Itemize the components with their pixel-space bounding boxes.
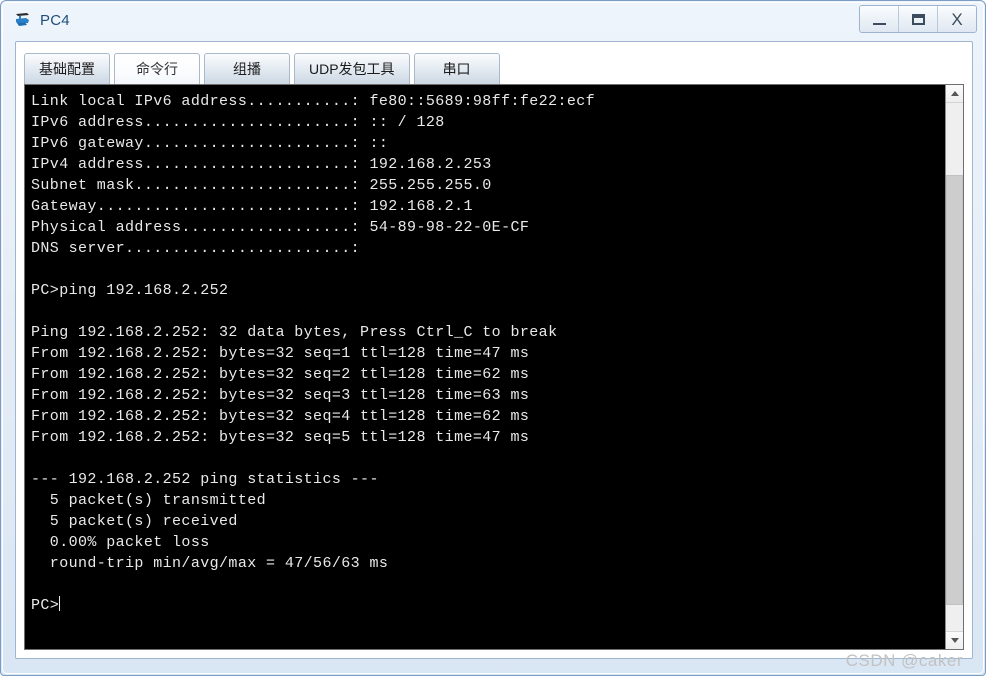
scrollbar-thumb[interactable]	[946, 175, 963, 605]
window-title: PC4	[40, 11, 70, 29]
tab-label: 基础配置	[39, 61, 95, 77]
scroll-up-button[interactable]	[946, 85, 963, 103]
tab-multicast[interactable]: 组播	[204, 53, 290, 84]
minimize-button[interactable]	[860, 6, 899, 32]
terminal-line: Gateway...........................: 192.…	[31, 198, 473, 215]
terminal-console[interactable]: Link local IPv6 address...........: fe80…	[25, 85, 945, 649]
terminal-line: 0.00% packet loss	[31, 534, 210, 551]
terminal-line: From 192.168.2.252: bytes=32 seq=2 ttl=1…	[31, 366, 530, 383]
tab-strip: 基础配置 命令行 组播 UDP发包工具 串口	[24, 50, 504, 84]
pc-device-icon	[13, 10, 33, 30]
tab-serial-port[interactable]: 串口	[413, 53, 500, 84]
scroll-up-icon	[950, 91, 959, 96]
terminal-line: From 192.168.2.252: bytes=32 seq=1 ttl=1…	[31, 345, 530, 362]
terminal-line: From 192.168.2.252: bytes=32 seq=4 ttl=1…	[31, 408, 530, 425]
terminal-line: DNS server........................:	[31, 240, 361, 257]
terminal-line: IPv6 gateway......................: ::	[31, 135, 389, 152]
client-panel: 基础配置 命令行 组播 UDP发包工具 串口 Link local IPv6 a…	[15, 41, 973, 659]
minimize-icon	[872, 22, 886, 25]
terminal-line: 5 packet(s) received	[31, 513, 238, 530]
close-button[interactable]: X	[938, 6, 976, 32]
scroll-down-icon	[950, 638, 959, 643]
tab-label: 命令行	[136, 61, 178, 77]
terminal-line: Physical address..................: 54-8…	[31, 219, 530, 236]
terminal-line: PC>	[31, 596, 61, 614]
tab-label: UDP发包工具	[309, 61, 395, 77]
terminal-line: 5 packet(s) transmitted	[31, 492, 267, 509]
terminal-line: IPv4 address......................: 192.…	[31, 156, 492, 173]
application-window: PC4 X 基础配置 命令行 组播 UDP发包工具 串口 Link local …	[0, 0, 986, 676]
window-controls: X	[859, 5, 977, 33]
terminal-line: PC>ping 192.168.2.252	[31, 282, 229, 299]
terminal-caret	[59, 596, 61, 611]
terminal-line: IPv6 address......................: :: /…	[31, 114, 445, 131]
terminal-line: From 192.168.2.252: bytes=32 seq=5 ttl=1…	[31, 429, 530, 446]
maximize-button[interactable]	[899, 6, 938, 32]
scrollbar-track[interactable]	[946, 103, 963, 631]
terminal-line: Ping 192.168.2.252: 32 data bytes, Press…	[31, 324, 558, 341]
terminal-panel: Link local IPv6 address...........: fe80…	[24, 84, 964, 650]
terminal-line: Link local IPv6 address...........: fe80…	[31, 93, 596, 110]
tab-basic-config[interactable]: 基础配置	[24, 53, 110, 84]
title-bar: PC4 X	[3, 3, 985, 37]
tab-label: 串口	[442, 61, 471, 77]
terminal-line: round-trip min/avg/max = 47/56/63 ms	[31, 555, 389, 572]
close-icon: X	[951, 9, 963, 29]
tab-command-line[interactable]: 命令行	[114, 53, 200, 84]
terminal-line: Subnet mask.......................: 255.…	[31, 177, 492, 194]
terminal-output: Link local IPv6 address...........: fe80…	[31, 91, 945, 616]
scroll-down-button[interactable]	[946, 631, 963, 649]
tab-label: 组播	[233, 61, 261, 77]
terminal-line: --- 192.168.2.252 ping statistics ---	[31, 471, 379, 488]
terminal-scrollbar[interactable]	[945, 85, 963, 649]
terminal-line: From 192.168.2.252: bytes=32 seq=3 ttl=1…	[31, 387, 530, 404]
maximize-icon	[911, 13, 925, 25]
tab-udp-packet-tool[interactable]: UDP发包工具	[294, 53, 410, 84]
